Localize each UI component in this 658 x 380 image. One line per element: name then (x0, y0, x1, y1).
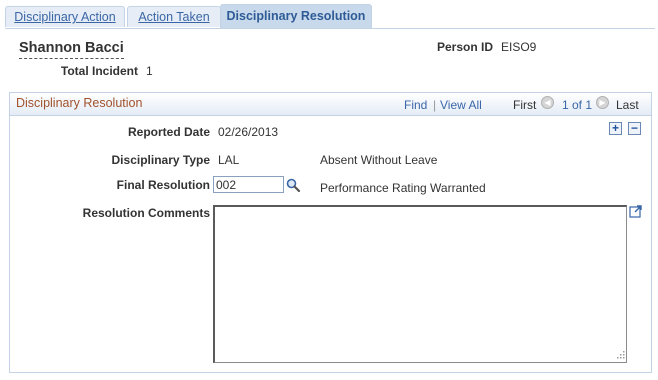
nav-separator: | (433, 98, 437, 112)
resolution-comments-label: Resolution Comments (82, 206, 210, 220)
view-all-link[interactable]: View All (440, 98, 482, 112)
reported-date-label: Reported Date (127, 125, 210, 139)
disciplinary-type-value: LAL (218, 153, 240, 167)
tab-disciplinary-resolution[interactable]: Disciplinary Resolution (220, 4, 372, 28)
expand-icon[interactable] (629, 205, 643, 218)
row-counter: 1 of 1 (562, 98, 593, 112)
final-resolution-label: Final Resolution (116, 178, 210, 192)
section-title: Disciplinary Resolution (16, 96, 143, 110)
resolution-comments-textarea[interactable] (213, 205, 627, 363)
next-arrow-icon[interactable]: ▶ (596, 96, 609, 109)
total-incident-value: 1 (146, 64, 153, 78)
employee-name: Shannon Bacci (19, 40, 124, 59)
tab-bar: Disciplinary Action Action Taken Discipl… (5, 4, 655, 29)
plus-icon[interactable]: + (609, 122, 622, 135)
section-header: Disciplinary Resolution Find | View All … (10, 93, 651, 116)
final-resolution-input[interactable] (213, 176, 284, 193)
person-id-label: Person ID (436, 40, 493, 54)
tab-action-taken[interactable]: Action Taken (127, 6, 221, 27)
final-resolution-description: Performance Rating Warranted (320, 181, 486, 195)
resize-grip-icon[interactable] (616, 350, 625, 359)
last-label: Last (616, 98, 639, 112)
reported-date-value: 02/26/2013 (218, 125, 279, 139)
tab-disciplinary-action[interactable]: Disciplinary Action (5, 6, 125, 27)
disciplinary-type-label: Disciplinary Type (111, 153, 210, 167)
first-label: First (513, 98, 537, 112)
minus-icon[interactable]: − (628, 122, 641, 135)
magnifier-icon[interactable] (286, 178, 300, 192)
person-id-value: EISO9 (501, 40, 537, 54)
find-link[interactable]: Find (404, 98, 427, 112)
total-incident-label: Total Incident (60, 64, 138, 78)
disciplinary-type-description: Absent Without Leave (320, 153, 438, 167)
prev-arrow-icon[interactable]: ◀ (541, 96, 554, 109)
